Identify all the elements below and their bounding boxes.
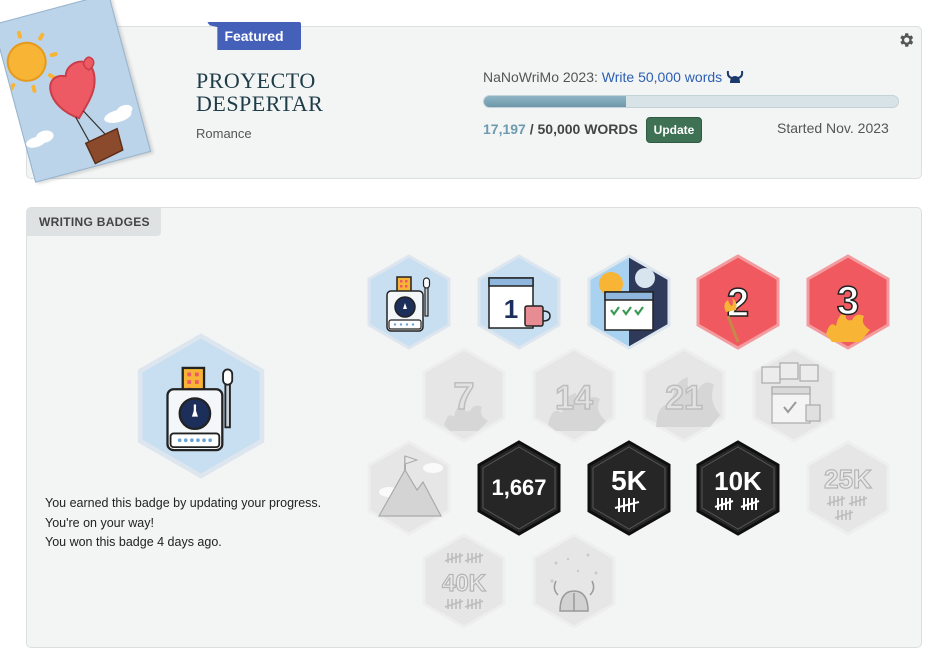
gear-icon[interactable] (897, 31, 915, 49)
badge-text: 14 (555, 379, 593, 417)
badge-text: 1 (504, 294, 518, 324)
streak-2-badge[interactable]: 2 (694, 254, 782, 350)
featured-label: Featured (207, 22, 301, 50)
streak-7-badge[interactable]: 7 (420, 347, 508, 443)
badge-text: 3 (837, 279, 859, 323)
writing-badges-tab: WRITING BADGES (26, 208, 161, 236)
project-title[interactable]: PROYECTO DESPERTAR (196, 69, 396, 115)
mountain-badge[interactable] (365, 440, 453, 536)
words-5k-badge[interactable]: 5K (585, 440, 673, 536)
badge-text: 40K (442, 570, 487, 597)
badge-text: 25K (824, 464, 872, 494)
words-1667-badge[interactable]: 1,667 (475, 440, 563, 536)
badge-description-line: You won this badge 4 days ago. (45, 535, 222, 549)
badge-description-line: You're on your way! (45, 515, 154, 530)
badge-description: You earned this badge by updating your p… (45, 494, 321, 553)
slot-machine-badge[interactable] (365, 254, 453, 350)
viking-helmet-badge[interactable] (530, 533, 618, 629)
project-genre: Romance (196, 126, 252, 141)
update-button[interactable]: Update (646, 117, 702, 143)
calendar-dates-badge[interactable] (750, 347, 838, 443)
viking-helmet-icon (726, 69, 744, 88)
words-10k-badge[interactable]: 10K (694, 440, 782, 536)
project-title-line1: PROYECTO (196, 68, 316, 93)
selected-badge-large (134, 332, 268, 480)
streak-3-badge[interactable]: 3 (804, 254, 892, 350)
word-progress-fill (484, 96, 627, 107)
streak-21-badge[interactable]: 21 (640, 347, 728, 443)
word-count: 17,197 / 50,000 WORDS (483, 121, 638, 137)
words-40k-badge[interactable]: 40K (420, 533, 508, 629)
current-words: 17,197 (483, 121, 526, 137)
badge-text: 1,667 (491, 475, 546, 500)
goal-words: / 50,000 WORDS (529, 121, 638, 137)
badge-description-line: You earned this badge by updating your p… (45, 496, 322, 510)
badge-text: 21 (665, 379, 703, 417)
project-title-line2: DESPERTAR (196, 91, 324, 116)
started-date: Started Nov. 2023 (777, 120, 889, 136)
first-day-badge[interactable]: 1 (475, 254, 563, 350)
word-progress-bar (483, 95, 899, 108)
badge-text: 10K (714, 466, 762, 496)
badge-text: 7 (453, 376, 474, 418)
challenge-line: NaNoWriMo 2023: Write 50,000 words (483, 69, 744, 88)
badge-text: 5K (611, 465, 647, 496)
words-25k-badge[interactable]: 25K (804, 440, 892, 536)
calendar-checks-badge[interactable] (585, 254, 673, 350)
calendar-check-icon (604, 291, 654, 331)
challenge-prefix: NaNoWriMo 2023: (483, 69, 598, 85)
challenge-goal-link[interactable]: Write 50,000 words (602, 69, 722, 85)
streak-14-badge[interactable]: 14 (530, 347, 618, 443)
